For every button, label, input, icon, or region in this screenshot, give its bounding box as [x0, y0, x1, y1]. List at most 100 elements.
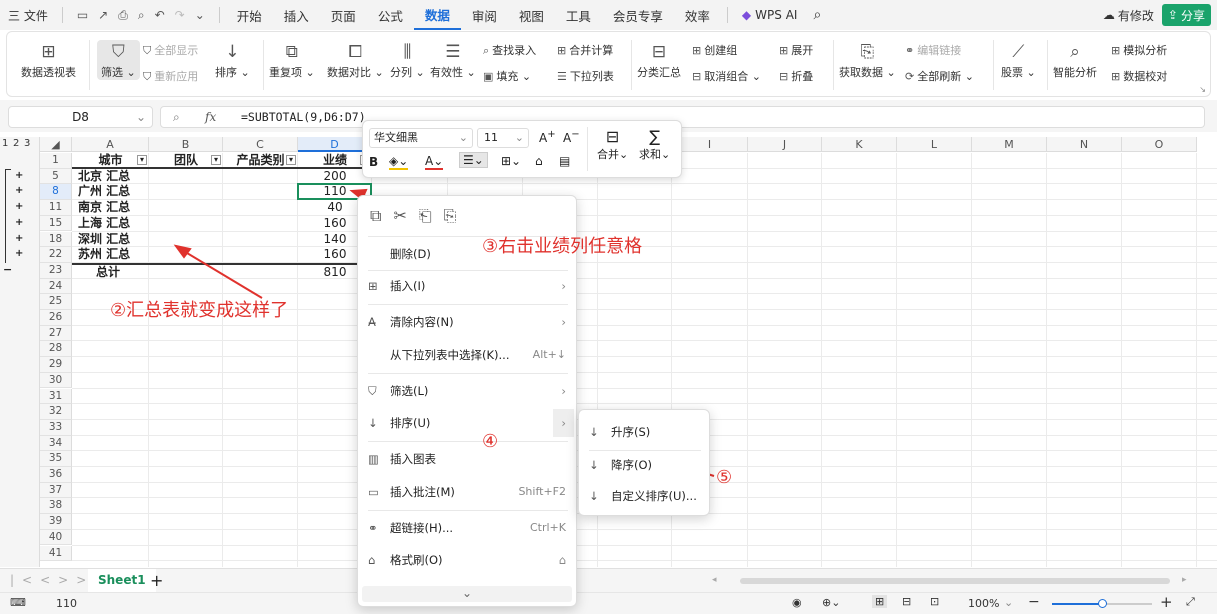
- simulate-button[interactable]: ⊞ 模拟分析: [1111, 42, 1167, 60]
- row-header[interactable]: 25: [40, 294, 72, 310]
- header-cell[interactable]: 产品类别 ▾: [223, 153, 298, 169]
- filter-dropdown-icon[interactable]: ▾: [286, 155, 296, 165]
- row-header[interactable]: 5: [40, 168, 72, 185]
- column-header[interactable]: C: [223, 137, 298, 152]
- row-header[interactable]: 8: [40, 184, 72, 201]
- zoom-slider[interactable]: [1052, 599, 1152, 608]
- expand-button[interactable]: ⊞ 展开: [779, 42, 813, 60]
- row-header[interactable]: 26: [40, 310, 72, 326]
- zoom-in-icon[interactable]: +: [1160, 593, 1173, 611]
- tab-insert[interactable]: 插入: [273, 0, 320, 30]
- create-group-button[interactable]: ⊞ 创建组: [692, 42, 737, 60]
- row-header[interactable]: 33: [40, 419, 72, 436]
- column-header[interactable]: L: [897, 137, 972, 152]
- add-sheet-icon[interactable]: +: [150, 571, 163, 590]
- decrease-font-icon[interactable]: A−: [563, 129, 580, 145]
- menu-item-hyperlink[interactable]: ⚭ 超链接(H)... Ctrl+K: [358, 514, 578, 542]
- fill-button[interactable]: ▣ 填充 ⌄: [483, 68, 531, 86]
- more-items-chevron-down-icon[interactable]: ⌄: [362, 586, 572, 602]
- align-center-icon[interactable]: ☰⌄: [459, 152, 488, 168]
- export-icon[interactable]: ↗: [98, 8, 108, 22]
- column-header[interactable]: J: [748, 137, 822, 152]
- header-cell[interactable]: 城市 ▾: [72, 153, 149, 169]
- tab-review[interactable]: 审阅: [461, 0, 508, 30]
- tab-home[interactable]: 开始: [226, 0, 273, 30]
- outline-level-button[interactable]: 2: [13, 138, 19, 149]
- sheet-tab-active[interactable]: Sheet1: [88, 569, 156, 592]
- tab-member[interactable]: 会员专享: [602, 0, 674, 30]
- sales-cell[interactable]: 200: [298, 169, 372, 185]
- row-header[interactable]: 37: [40, 482, 72, 499]
- file-menu[interactable]: 三 文件: [0, 0, 56, 30]
- table-style-icon[interactable]: ▤: [559, 154, 570, 168]
- zoom-level[interactable]: 100%: [968, 597, 999, 610]
- city-cell[interactable]: 苏州 汇总: [72, 247, 149, 263]
- get-data-button[interactable]: ⎘ 获取数据 ⌄: [839, 40, 896, 80]
- font-family-select[interactable]: 华文细黑 ⌄: [369, 128, 473, 148]
- save-icon[interactable]: ▭: [77, 8, 88, 22]
- menu-item-sort-custom[interactable]: ↓ 自定义排序(U)...: [579, 482, 709, 510]
- redo-icon[interactable]: ↷: [175, 8, 185, 22]
- quick-access-toolbar[interactable]: ▭ ↗ ⎙ ⌕ ↶ ↷ ⌄: [69, 0, 213, 30]
- row-header[interactable]: 1: [40, 153, 72, 169]
- page-layout-icon[interactable]: ⊟: [902, 595, 911, 608]
- row-header[interactable]: 15: [40, 215, 72, 232]
- tab-data[interactable]: 数据: [413, 0, 461, 30]
- stocks-button[interactable]: ⟋ 股票 ⌄: [1001, 40, 1036, 80]
- header-cell[interactable]: 业绩▾: [298, 153, 372, 169]
- cell-mode-icon[interactable]: ⊕⌄: [822, 596, 840, 609]
- macro-icon[interactable]: ⌨: [10, 596, 26, 609]
- row-header[interactable]: 27: [40, 325, 72, 342]
- expand-group-icon[interactable]: +: [15, 233, 23, 244]
- menu-item-sort-asc[interactable]: ↓ 升序(S): [579, 418, 709, 446]
- search-icon[interactable]: ⌕: [805, 0, 829, 30]
- zoom-icon[interactable]: ⌕: [173, 110, 180, 125]
- row-header[interactable]: 22: [40, 247, 72, 263]
- filter-button[interactable]: ⛉ 筛选 ⌄: [97, 40, 140, 80]
- expand-group-icon[interactable]: +: [15, 170, 23, 181]
- fill-color-icon[interactable]: ◈⌄: [389, 154, 409, 170]
- column-header[interactable]: D: [298, 137, 372, 152]
- compare-button[interactable]: ⧠ 数据对比 ⌄: [327, 40, 384, 80]
- font-color-icon[interactable]: A⌄: [425, 154, 444, 170]
- filter-dropdown-icon[interactable]: ▾: [211, 155, 221, 165]
- column-header[interactable]: B: [149, 137, 223, 152]
- city-cell[interactable]: 南京 汇总: [72, 200, 149, 216]
- menu-item-sort[interactable]: ↓ 排序(U) ›: [358, 409, 578, 437]
- outline-level-button[interactable]: 3: [24, 138, 30, 149]
- find-entry-button[interactable]: ⌕ 查找录入: [483, 42, 536, 60]
- eye-icon[interactable]: ◉: [792, 596, 802, 609]
- chevron-down-icon[interactable]: ⌄: [195, 8, 205, 22]
- row-header[interactable]: 36: [40, 467, 72, 483]
- menu-item-insert-comment[interactable]: ▭ 插入批注(M) Shift+F2: [358, 478, 578, 506]
- wps-ai-button[interactable]: ◆ WPS AI: [734, 0, 806, 30]
- split-button[interactable]: ⫼ 分列 ⌄: [390, 40, 425, 80]
- row-header[interactable]: 34: [40, 435, 72, 452]
- sort-button[interactable]: ↓ 排序 ⌄: [215, 40, 250, 80]
- print-preview-icon[interactable]: ⌕: [138, 8, 145, 23]
- column-header[interactable]: N: [1047, 137, 1122, 152]
- sum-button[interactable]: ∑ 求和⌄: [639, 127, 670, 162]
- zoom-out-icon[interactable]: −: [1028, 594, 1040, 610]
- refresh-all-button[interactable]: ⟳ 全部刷新 ⌄: [905, 68, 974, 86]
- menu-item-clear[interactable]: A̶ 清除内容(N) ›: [358, 308, 578, 336]
- page-break-icon[interactable]: ⊡: [930, 595, 939, 608]
- row-header[interactable]: 31: [40, 388, 72, 405]
- row-header[interactable]: 39: [40, 514, 72, 530]
- paste-icon[interactable]: ⎗: [419, 206, 444, 225]
- row-header[interactable]: 18: [40, 231, 72, 248]
- horizontal-scrollbar[interactable]: [740, 578, 1170, 584]
- subtotal-button[interactable]: ⊟ 分类汇总: [637, 40, 681, 80]
- column-header[interactable]: A: [72, 137, 149, 152]
- format-painter-icon[interactable]: ⌂: [535, 154, 543, 168]
- menu-item-insert[interactable]: ⊞ 插入(I) ›: [358, 272, 578, 300]
- row-header[interactable]: 11: [40, 200, 72, 216]
- ribbon-expand-icon[interactable]: ↘: [1199, 85, 1206, 94]
- city-cell[interactable]: 总计: [72, 262, 149, 279]
- row-header[interactable]: 35: [40, 451, 72, 467]
- city-cell[interactable]: 上海 汇总: [72, 216, 149, 232]
- city-cell[interactable]: 深圳 汇总: [72, 232, 149, 248]
- increase-font-icon[interactable]: A+: [539, 129, 556, 145]
- share-button[interactable]: ⇪ 分享: [1161, 4, 1211, 26]
- filter-dropdown-icon[interactable]: ▾: [137, 155, 147, 165]
